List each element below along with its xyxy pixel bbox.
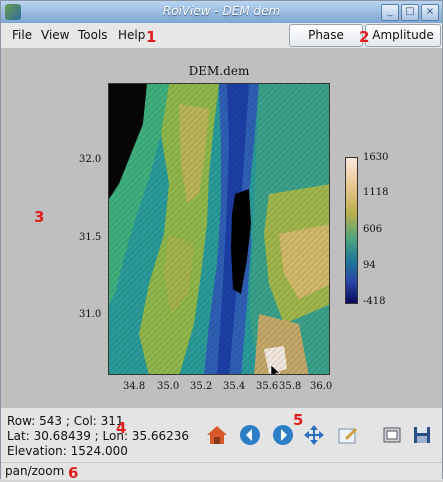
annotation-label: 5 bbox=[293, 411, 304, 429]
elevation-readout: Elevation: 1524.000 bbox=[7, 444, 128, 458]
save-icon[interactable] bbox=[411, 424, 433, 446]
title-bar[interactable]: RoiView - DEM dem _ □ × bbox=[1, 1, 442, 24]
y-tick: 32.0 bbox=[79, 154, 102, 165]
x-tick: 35.6 bbox=[256, 381, 279, 392]
colorbar-tick: 94 bbox=[363, 260, 376, 271]
colorbar-tick: 1118 bbox=[363, 187, 389, 198]
phase-button[interactable]: Phase bbox=[289, 24, 363, 47]
window-title: RoiView - DEM dem bbox=[162, 4, 281, 18]
dem-map bbox=[109, 84, 329, 374]
forward-icon[interactable] bbox=[272, 424, 294, 446]
minimize-icon[interactable]: _ bbox=[381, 4, 399, 21]
x-tick: 36.0 bbox=[310, 381, 333, 392]
x-tick: 35.4 bbox=[223, 381, 246, 392]
menu-help[interactable]: Help bbox=[118, 28, 145, 42]
x-tick: 35.0 bbox=[157, 381, 180, 392]
menu-view[interactable]: View bbox=[41, 28, 69, 42]
menu-tools[interactable]: Tools bbox=[78, 28, 108, 42]
x-tick: 35.8 bbox=[279, 381, 302, 392]
back-icon[interactable] bbox=[239, 424, 261, 446]
y-tick: 31.5 bbox=[79, 232, 102, 243]
lat-lon-readout: Lat: 30.68439 ; Lon: 35.66236 bbox=[7, 429, 190, 443]
close-icon[interactable]: × bbox=[421, 4, 439, 21]
annotation-label: 1 bbox=[146, 28, 157, 46]
dem-image[interactable] bbox=[108, 83, 330, 375]
annotation-label: 4 bbox=[116, 419, 127, 437]
menu-file[interactable]: File bbox=[12, 28, 32, 42]
mode-label: pan/zoom bbox=[5, 464, 65, 478]
annotation-label: 3 bbox=[34, 208, 45, 226]
annotation-label: 2 bbox=[359, 28, 370, 46]
annotation-label: 6 bbox=[68, 464, 79, 482]
maximize-icon[interactable]: □ bbox=[401, 4, 419, 21]
x-tick: 34.8 bbox=[123, 381, 146, 392]
configure-icon[interactable] bbox=[381, 424, 403, 446]
x-tick: 35.2 bbox=[190, 381, 213, 392]
pan-icon[interactable] bbox=[303, 424, 325, 446]
zoom-icon[interactable] bbox=[337, 424, 359, 446]
colorbar-tick: -418 bbox=[363, 296, 386, 307]
colorbar bbox=[345, 157, 358, 304]
amplitude-button[interactable]: Amplitude bbox=[365, 24, 441, 47]
colorbar-tick: 1630 bbox=[363, 152, 389, 163]
app-window: RoiView - DEM dem _ □ × File View Tools … bbox=[0, 0, 443, 482]
row-col-readout: Row: 543 ; Col: 311 bbox=[7, 414, 124, 428]
y-tick: 31.0 bbox=[79, 309, 102, 320]
colorbar-tick: 606 bbox=[363, 224, 383, 235]
home-icon[interactable] bbox=[206, 424, 228, 446]
figure-title: DEM.dem bbox=[188, 64, 250, 78]
